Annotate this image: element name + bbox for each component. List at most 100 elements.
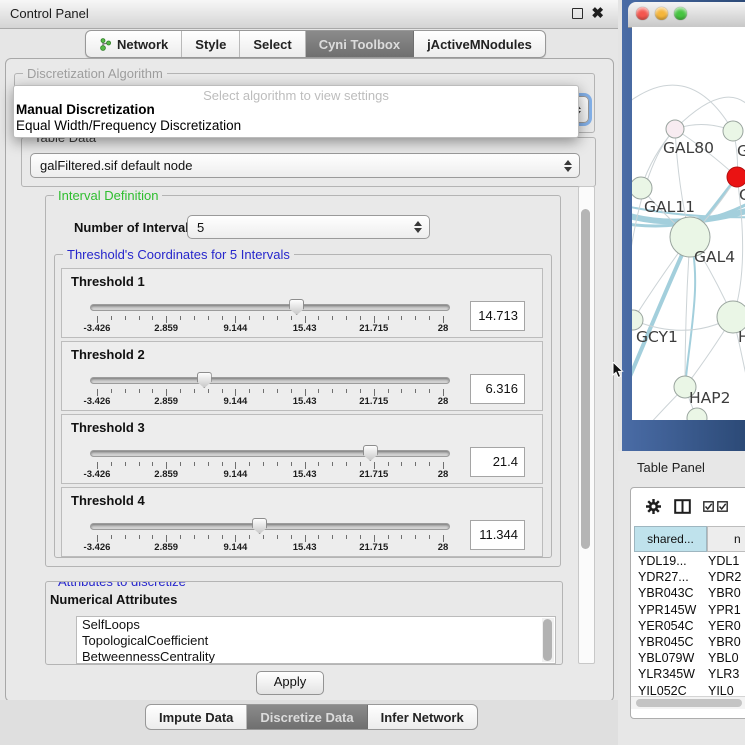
- threshold-panel: Threshold 3-3.4262.8599.14415.4321.71528…: [61, 414, 543, 484]
- apply-button[interactable]: Apply: [256, 671, 324, 695]
- float-panel-icon[interactable]: [572, 8, 583, 19]
- slider-tick-label: 21.715: [359, 396, 388, 407]
- algorithm-option-manual[interactable]: Manual Discretization: [16, 102, 155, 117]
- cell-shared-name[interactable]: YBL079W: [634, 651, 708, 667]
- settings-scrollbar-thumb[interactable]: [581, 209, 590, 549]
- tab-cyni-toolbox[interactable]: Cyni Toolbox: [306, 31, 414, 57]
- slider-tick-label: -3.426: [84, 542, 111, 553]
- tab-select[interactable]: Select: [240, 31, 305, 57]
- table-row[interactable]: YPR145WYPR1: [634, 603, 745, 619]
- cell-shared-name[interactable]: YER054C: [634, 619, 708, 635]
- network-node[interactable]: [687, 408, 707, 420]
- network-node[interactable]: [632, 177, 652, 199]
- tab-style-label: Style: [195, 37, 226, 52]
- threshold-slider[interactable]: -3.4262.8599.14415.4321.71528: [90, 299, 450, 335]
- minimize-window-icon[interactable]: [655, 7, 668, 20]
- threshold-value-field[interactable]: 6.316: [470, 374, 525, 404]
- column-header-shared-name[interactable]: shared...: [634, 526, 707, 552]
- slider-tick-label: 21.715: [359, 323, 388, 334]
- threshold-value-field[interactable]: 11.344: [470, 520, 525, 550]
- numerical-attributes-list[interactable]: SelfLoopsTopologicalCoefficientBetweenne…: [76, 616, 556, 664]
- table-row[interactable]: YDL19...YDL1: [634, 554, 745, 570]
- slider-tick: [263, 462, 264, 466]
- cell-name[interactable]: YIL0: [708, 684, 745, 696]
- checkbox-icon[interactable]: [717, 501, 728, 512]
- slider-track[interactable]: [90, 450, 450, 457]
- table-horizontal-scrollbar[interactable]: [631, 696, 745, 709]
- network-node[interactable]: [723, 121, 743, 141]
- close-window-icon[interactable]: [636, 7, 649, 20]
- network-node[interactable]: [727, 167, 745, 187]
- threshold-slider[interactable]: -3.4262.8599.14415.4321.71528: [90, 518, 450, 554]
- cell-name[interactable]: YER0: [708, 619, 745, 635]
- network-view-canvas[interactable]: GAL80GACGAL11GAL4GCY1HHAP2: [632, 27, 745, 420]
- cell-name[interactable]: YDL1: [708, 554, 745, 570]
- slider-track[interactable]: [90, 304, 450, 311]
- split-columns-icon[interactable]: [674, 499, 691, 514]
- tab-jactivemnodules[interactable]: jActiveMNodules: [414, 31, 545, 57]
- threshold-value-field[interactable]: 14.713: [470, 301, 525, 331]
- network-window-frame: GAL80GACGAL11GAL4GCY1HHAP2: [622, 0, 745, 451]
- threshold-slider[interactable]: -3.4262.8599.14415.4321.71528: [90, 372, 450, 408]
- table-horizontal-scrollbar-thumb[interactable]: [636, 699, 742, 707]
- cell-name[interactable]: YBL0: [708, 651, 745, 667]
- cell-shared-name[interactable]: YIL052C: [634, 684, 708, 696]
- table-row[interactable]: YLR345WYLR3: [634, 667, 745, 683]
- gear-icon[interactable]: [645, 498, 662, 515]
- numerical-attribute-item[interactable]: BetweennessCentrality: [77, 649, 555, 664]
- slider-tick: [166, 316, 167, 323]
- algorithm-option-equal-width[interactable]: Equal Width/Frequency Discretization: [16, 118, 241, 133]
- threshold-value-field[interactable]: 21.4: [470, 447, 525, 477]
- table-row[interactable]: YBR045CYBR0: [634, 635, 745, 651]
- combo-arrows-icon: [564, 160, 572, 172]
- threshold-slider[interactable]: -3.4262.8599.14415.4321.71528: [90, 445, 450, 481]
- number-of-intervals-combo[interactable]: 5: [187, 215, 430, 239]
- cell-shared-name[interactable]: YDL19...: [634, 554, 708, 570]
- slider-thumb[interactable]: [289, 299, 304, 315]
- table-row[interactable]: YBL079WYBL0: [634, 651, 745, 667]
- table-data-combo[interactable]: galFiltered.sif default node: [30, 153, 580, 178]
- network-node[interactable]: [666, 120, 684, 138]
- cell-shared-name[interactable]: YPR145W: [634, 603, 708, 619]
- slider-track[interactable]: [90, 523, 450, 530]
- threshold-panel: Threshold 4-3.4262.8599.14415.4321.71528…: [61, 487, 543, 557]
- panel-title: Control Panel: [10, 6, 89, 21]
- table-row[interactable]: YER054CYER0: [634, 619, 745, 635]
- cell-name[interactable]: YDR2: [708, 570, 745, 586]
- table-row[interactable]: YBR043CYBR0: [634, 586, 745, 602]
- slider-thumb[interactable]: [363, 445, 378, 461]
- table-row[interactable]: YIL052CYIL0: [634, 684, 745, 696]
- cell-shared-name[interactable]: YLR345W: [634, 667, 708, 683]
- network-window-titlebar[interactable]: [628, 2, 745, 28]
- slider-thumb[interactable]: [252, 518, 267, 534]
- slider-tick-label: 28: [438, 469, 449, 480]
- network-node[interactable]: [632, 310, 643, 330]
- tab-network[interactable]: Network: [86, 31, 182, 57]
- numerical-attribute-item[interactable]: SelfLoops: [77, 617, 555, 633]
- slider-thumb[interactable]: [197, 372, 212, 388]
- cell-name[interactable]: YPR1: [708, 603, 745, 619]
- zoom-window-icon[interactable]: [674, 7, 687, 20]
- tab-impute-data[interactable]: Impute Data: [146, 705, 247, 729]
- tab-style[interactable]: Style: [182, 31, 240, 57]
- slider-tick-label: 15.43: [293, 542, 317, 553]
- numerical-attribute-item[interactable]: TopologicalCoefficient: [77, 633, 555, 649]
- cell-name[interactable]: YLR3: [708, 667, 745, 683]
- checkbox-icon[interactable]: [703, 501, 714, 512]
- cell-name[interactable]: YBR0: [708, 586, 745, 602]
- attributes-list-scrollbar[interactable]: [542, 618, 554, 662]
- tab-infer-network[interactable]: Infer Network: [368, 705, 477, 729]
- cell-shared-name[interactable]: YBR045C: [634, 635, 708, 651]
- cell-shared-name[interactable]: YDR27...: [634, 570, 708, 586]
- settings-scrollbar[interactable]: [578, 186, 595, 664]
- threshold-panel: Threshold 2-3.4262.8599.14415.4321.71528…: [61, 341, 543, 411]
- tab-discretize-data[interactable]: Discretize Data: [247, 705, 367, 729]
- column-header-name[interactable]: n: [707, 526, 745, 552]
- cell-name[interactable]: YBR0: [708, 635, 745, 651]
- slider-tick: [305, 535, 306, 542]
- cell-shared-name[interactable]: YBR043C: [634, 586, 708, 602]
- table-row[interactable]: YDR27...YDR2: [634, 570, 745, 586]
- close-panel-icon[interactable]: ✖: [591, 7, 604, 20]
- slider-tick: [443, 535, 444, 542]
- slider-track[interactable]: [90, 377, 450, 384]
